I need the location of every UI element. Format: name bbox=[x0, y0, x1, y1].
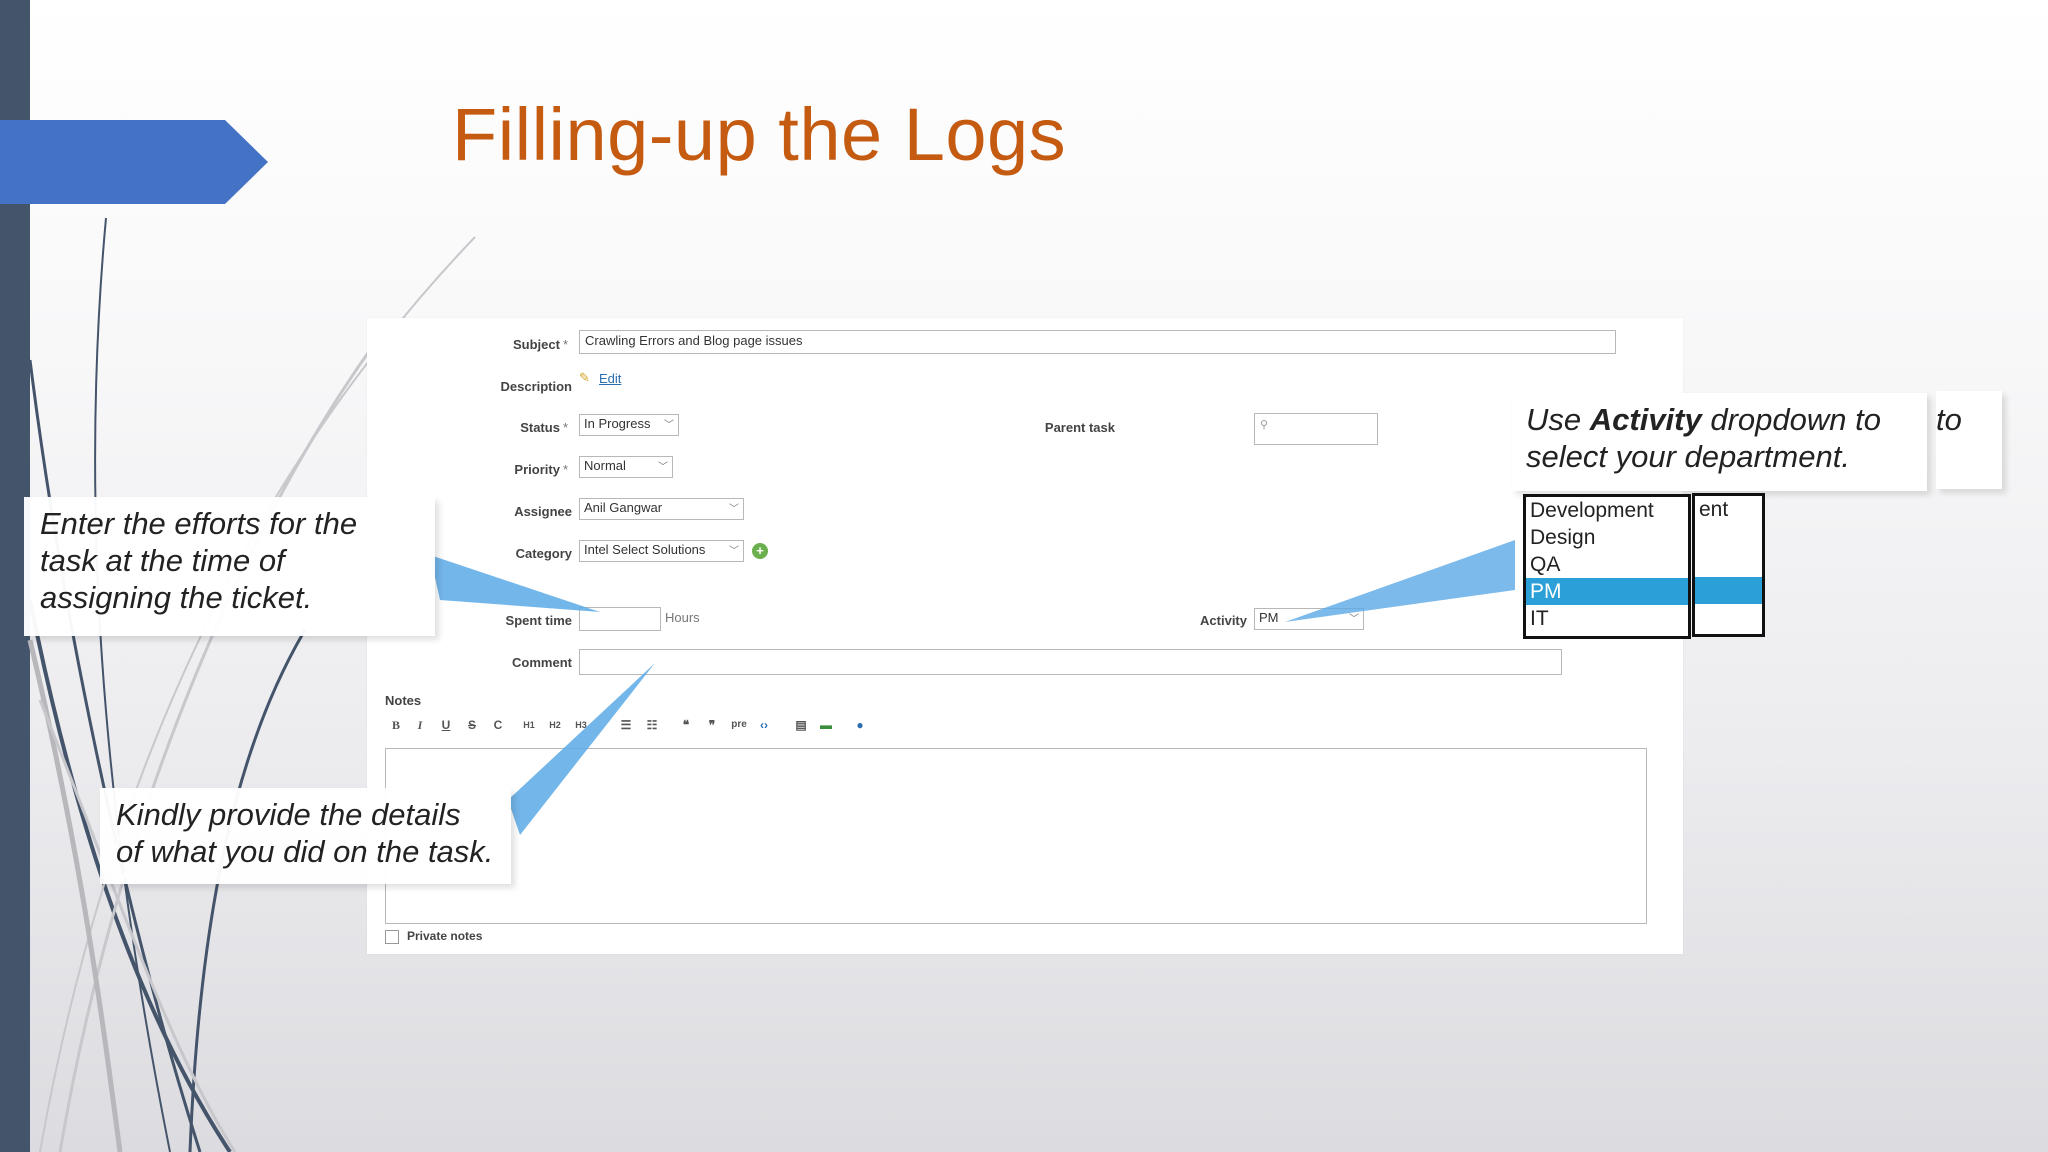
activity-select[interactable]: PM ﹀ bbox=[1254, 608, 1364, 630]
activity-dropdown-list[interactable]: Development Design QA PM IT bbox=[1523, 494, 1691, 639]
activity-dropdown-behind: ent bbox=[1692, 493, 1765, 637]
effort-tip-callout: Enter the efforts for the task at the ti… bbox=[24, 497, 435, 636]
private-notes-label: Private notes bbox=[407, 929, 483, 943]
image-link-icon[interactable]: ▬ bbox=[817, 715, 835, 735]
unordered-list-icon[interactable]: ☰ bbox=[617, 715, 635, 735]
spent-time-input[interactable] bbox=[579, 607, 661, 631]
assignee-select[interactable]: Anil Gangwar ﹀ bbox=[579, 498, 744, 520]
slide-title: Filling-up the Logs bbox=[452, 93, 1067, 176]
category-select[interactable]: Intel Select Solutions ﹀ bbox=[579, 540, 744, 562]
unblockquote-icon[interactable]: ❞ bbox=[703, 715, 721, 735]
chevron-down-icon: ﹀ bbox=[729, 546, 739, 557]
hours-unit-label: Hours bbox=[665, 610, 700, 625]
private-notes-checkbox[interactable] bbox=[385, 930, 399, 944]
add-category-icon[interactable]: + bbox=[752, 543, 768, 559]
ordered-list-icon[interactable]: ☷ bbox=[643, 715, 661, 735]
status-select[interactable]: In Progress ﹀ bbox=[579, 414, 679, 436]
subject-label: Subject * bbox=[512, 337, 568, 352]
dropdown-option-design[interactable]: Design bbox=[1526, 524, 1688, 551]
parent-task-input[interactable]: ⚲ bbox=[1254, 413, 1378, 445]
callout-overflow-text: to bbox=[1936, 391, 2002, 489]
priority-label: Priority * bbox=[514, 462, 568, 477]
chevron-down-icon: ﹀ bbox=[1349, 614, 1359, 625]
activity-label: Activity bbox=[1200, 613, 1247, 628]
subject-input[interactable]: Crawling Errors and Blog page issues bbox=[579, 330, 1616, 354]
dropdown-option-development[interactable]: Development bbox=[1526, 497, 1688, 524]
chevron-down-icon: ﹀ bbox=[729, 504, 739, 515]
chevron-down-icon: ﹀ bbox=[658, 462, 668, 473]
comment-input[interactable] bbox=[579, 649, 1562, 675]
comment-label: Comment bbox=[512, 655, 572, 670]
details-tip-callout: Kindly provide the details of what you d… bbox=[100, 788, 511, 884]
heading3-icon[interactable]: H3 bbox=[571, 715, 591, 735]
activity-tip-callout: Use Activity dropdown to select your dep… bbox=[1512, 393, 1927, 491]
code-inline-icon[interactable]: C bbox=[491, 715, 505, 735]
assignee-label: Assignee bbox=[514, 504, 572, 519]
search-icon: ⚲ bbox=[1260, 419, 1269, 431]
description-label: Description bbox=[500, 379, 572, 394]
notes-label: Notes bbox=[385, 693, 422, 708]
notes-textarea[interactable] bbox=[385, 748, 1647, 924]
italic-icon[interactable]: I bbox=[413, 715, 427, 735]
title-arrow-tab bbox=[0, 120, 268, 204]
pencil-icon: ✎ bbox=[579, 370, 590, 385]
heading1-icon[interactable]: H1 bbox=[519, 715, 539, 735]
help-icon[interactable]: ● bbox=[851, 715, 869, 735]
image-icon[interactable]: ▤ bbox=[792, 715, 810, 735]
dropdown-option-qa[interactable]: QA bbox=[1526, 551, 1688, 578]
strikethrough-icon[interactable]: S bbox=[465, 715, 479, 735]
dropdown-option-it[interactable]: IT bbox=[1526, 605, 1688, 632]
preformatted-icon[interactable]: pre bbox=[727, 715, 751, 735]
chevron-down-icon: ﹀ bbox=[664, 420, 674, 431]
parent-task-label: Parent task bbox=[1044, 420, 1115, 435]
dropdown-option-pm[interactable]: PM bbox=[1526, 578, 1688, 605]
issue-form-screenshot: Subject * Crawling Errors and Blog page i… bbox=[367, 318, 1683, 954]
spent-time-label: Spent time bbox=[505, 613, 572, 628]
heading2-icon[interactable]: H2 bbox=[545, 715, 565, 735]
underline-icon[interactable]: U bbox=[439, 715, 453, 735]
priority-select[interactable]: Normal ﹀ bbox=[579, 456, 673, 478]
bold-icon[interactable]: B bbox=[389, 715, 403, 735]
blockquote-icon[interactable]: ❝ bbox=[677, 715, 695, 735]
code-block-icon[interactable]: ‹› bbox=[755, 715, 773, 735]
description-edit-link[interactable]: Edit bbox=[599, 371, 621, 386]
status-label: Status * bbox=[520, 420, 568, 435]
category-label: Category bbox=[515, 546, 572, 561]
